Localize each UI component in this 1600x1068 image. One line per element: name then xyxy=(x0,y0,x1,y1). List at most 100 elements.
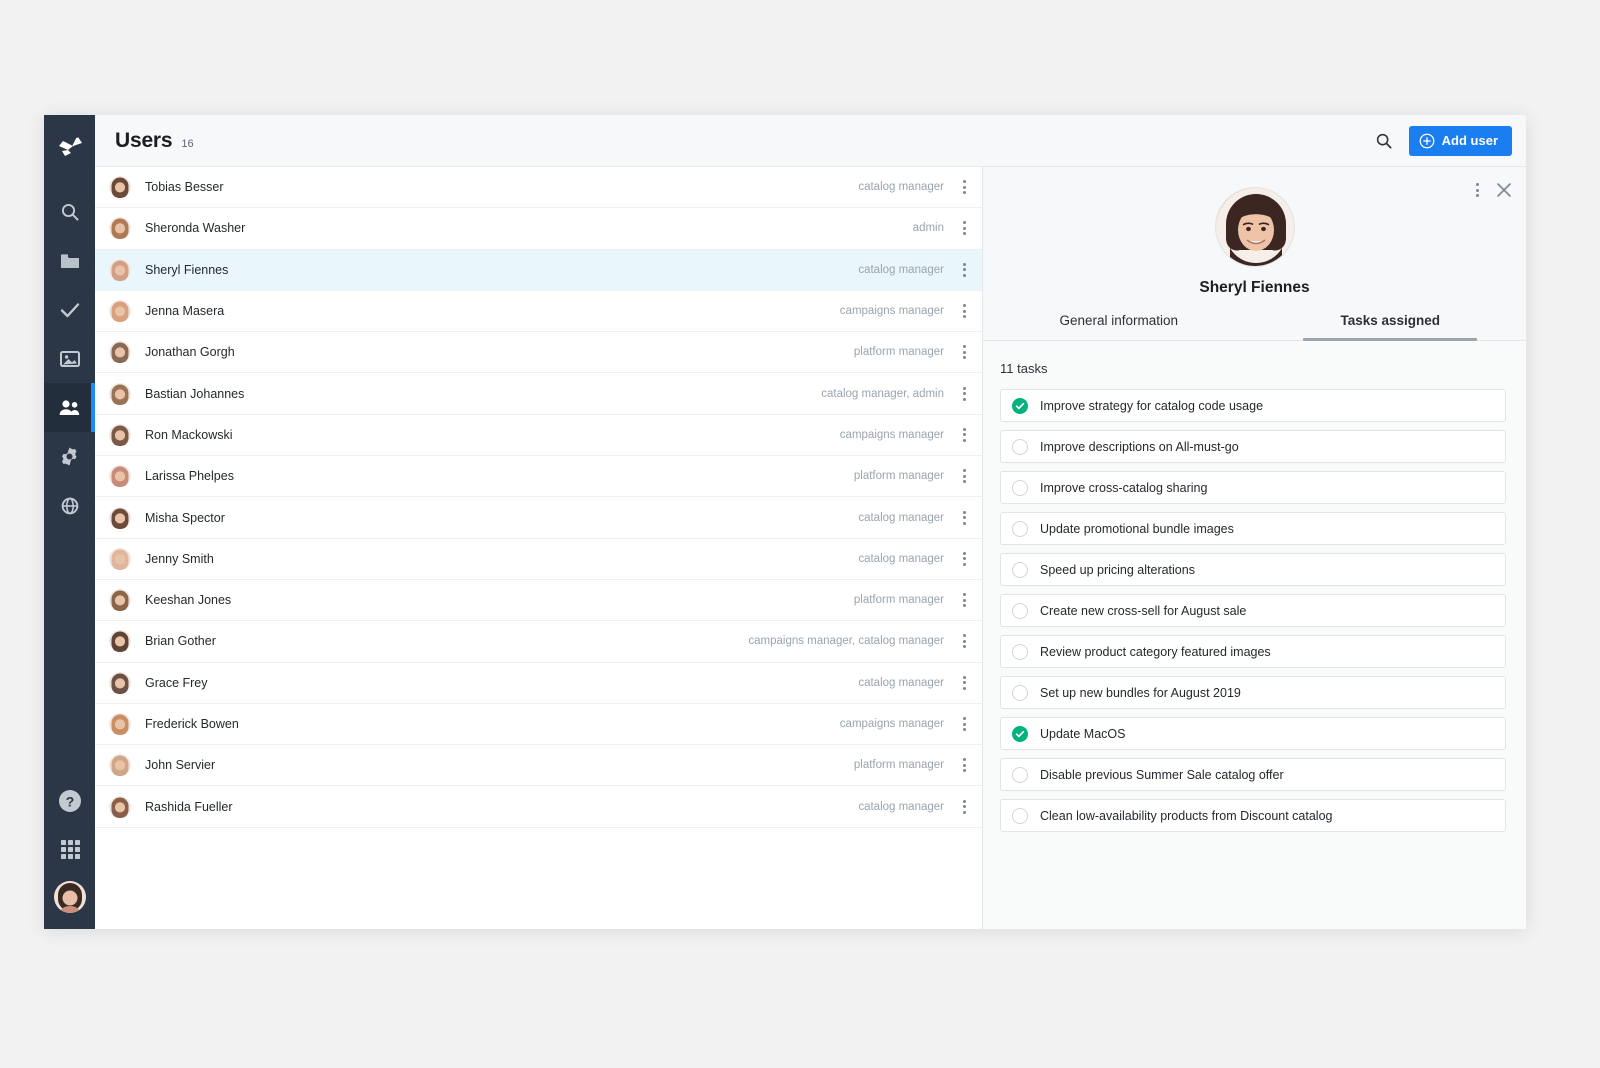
user-role: catalog manager xyxy=(858,552,944,565)
table-row[interactable]: Jenna Masera campaigns manager xyxy=(95,290,982,333)
list-item[interactable]: Set up new bundles for August 2019 xyxy=(1000,676,1506,709)
table-row[interactable]: Grace Frey catalog manager xyxy=(95,662,982,704)
dot xyxy=(962,185,966,189)
table-row[interactable]: Brian Gother campaigns manager, catalog m… xyxy=(95,621,982,663)
row-more-button[interactable] xyxy=(956,630,972,652)
row-more-button[interactable] xyxy=(956,465,972,487)
task-unchecked-icon[interactable] xyxy=(1012,807,1028,824)
avatar xyxy=(109,217,131,240)
table-row[interactable]: Sheronda Washer admin xyxy=(95,208,982,250)
row-more-button[interactable] xyxy=(956,341,972,363)
tab-general-information[interactable]: General information xyxy=(983,313,1255,340)
row-more-button[interactable] xyxy=(956,589,972,611)
sidebar-item-globe[interactable] xyxy=(44,481,95,530)
list-item[interactable]: Speed up pricing alterations xyxy=(1000,553,1506,586)
profile-avatar xyxy=(1214,187,1295,267)
table-row[interactable]: Bastian Johannes catalog manager, admin xyxy=(95,373,982,415)
row-more-button[interactable] xyxy=(956,796,972,818)
sidebar-item-media[interactable] xyxy=(44,334,95,383)
tab-tasks-assigned[interactable]: Tasks assigned xyxy=(1255,313,1527,341)
sidebar-item-folder[interactable] xyxy=(44,236,95,285)
task-checked-icon[interactable] xyxy=(1012,397,1028,414)
panel-actions xyxy=(1469,179,1512,201)
task-count-label: 11 tasks xyxy=(1000,361,1048,376)
sidebar-item-users[interactable] xyxy=(44,383,95,432)
search-button[interactable] xyxy=(1367,124,1401,158)
task-unchecked-icon[interactable] xyxy=(1012,602,1028,619)
list-item[interactable]: Update promotional bundle images xyxy=(1000,512,1506,545)
row-more-button[interactable] xyxy=(956,672,972,694)
avatar xyxy=(109,547,131,570)
task-unchecked-icon[interactable] xyxy=(1012,520,1028,537)
table-row[interactable]: John Servier platform manager xyxy=(95,745,982,787)
dot xyxy=(962,474,966,478)
table-row[interactable]: Keeshan Jones platform manager xyxy=(95,579,982,622)
row-more-button[interactable] xyxy=(956,383,972,405)
task-unchecked-icon[interactable] xyxy=(1012,561,1028,578)
table-row[interactable]: Rashida Fueller catalog manager xyxy=(95,786,982,828)
task-unchecked-icon[interactable] xyxy=(1012,479,1028,496)
search-icon xyxy=(61,203,78,220)
user-role: catalog manager xyxy=(858,676,944,689)
user-role: platform manager xyxy=(853,470,944,483)
sidebar-item-tasks[interactable] xyxy=(44,285,95,334)
list-item[interactable]: Create new cross-sell for August sale xyxy=(1000,594,1506,627)
dot xyxy=(962,191,966,195)
table-row[interactable]: Tobias Besser catalog manager xyxy=(95,167,982,209)
task-label: Clean low-availability products from Dis… xyxy=(1040,808,1333,823)
close-button[interactable] xyxy=(1496,182,1512,198)
panel-body: 11 tasks Improve strategy for catalog co… xyxy=(983,341,1526,929)
list-item[interactable]: Improve descriptions on All-must-go xyxy=(1000,430,1506,463)
task-unchecked-icon[interactable] xyxy=(1012,766,1028,783)
grid-apps-icon xyxy=(60,840,80,859)
list-item[interactable]: Review product category featured images xyxy=(1000,635,1506,668)
task-unchecked-icon[interactable] xyxy=(1012,438,1028,455)
sidebar-item-search[interactable] xyxy=(44,187,95,236)
sidebar-item-apps[interactable] xyxy=(44,825,95,873)
dot xyxy=(962,717,966,720)
sidebar-item-settings[interactable] xyxy=(44,432,95,481)
table-row[interactable]: Sheryl Fiennes catalog manager xyxy=(95,249,982,291)
list-item[interactable]: Clean low-availability products from Dis… xyxy=(1000,799,1506,832)
table-row[interactable]: Ron Mackowski campaigns manager xyxy=(95,414,982,457)
user-name: Misha Spector xyxy=(145,510,225,525)
row-more-button[interactable] xyxy=(956,507,972,529)
app-logo-icon xyxy=(58,137,82,156)
dot xyxy=(962,273,966,277)
sidebar-item-account[interactable] xyxy=(44,873,95,921)
task-checked-icon[interactable] xyxy=(1012,725,1028,742)
list-item[interactable]: Disable previous Summer Sale catalog off… xyxy=(1000,758,1506,791)
user-name: Grace Frey xyxy=(145,675,208,690)
main-area: Users 16 Add user Tobias Besser catalog … xyxy=(95,115,1526,929)
dot xyxy=(962,763,966,767)
user-role: platform manager xyxy=(853,594,944,607)
row-more-button[interactable] xyxy=(956,754,972,776)
list-item[interactable]: Update MacOS xyxy=(1000,717,1506,750)
panel-more-button[interactable] xyxy=(1469,179,1485,201)
dot xyxy=(962,392,966,396)
dot xyxy=(962,345,966,349)
row-more-button[interactable] xyxy=(956,548,972,570)
list-item[interactable]: Improve cross-catalog sharing xyxy=(1000,471,1506,504)
table-row[interactable]: Jenny Smith catalog manager xyxy=(95,538,982,580)
avatar xyxy=(109,341,131,364)
table-row[interactable]: Frederick Bowen campaigns manager xyxy=(95,703,982,746)
user-role: campaigns manager xyxy=(839,305,944,318)
table-row[interactable]: Larissa Phelpes platform manager xyxy=(95,456,982,498)
task-unchecked-icon[interactable] xyxy=(1012,684,1028,701)
row-more-button[interactable] xyxy=(956,713,972,735)
table-row[interactable]: Misha Spector catalog manager xyxy=(95,497,982,539)
list-item[interactable]: Improve strategy for catalog code usage xyxy=(1000,389,1506,422)
row-more-button[interactable] xyxy=(956,259,972,281)
app-logo[interactable] xyxy=(44,123,95,173)
sidebar-item-help[interactable]: ? xyxy=(44,777,95,825)
user-name: Keeshan Jones xyxy=(145,593,232,608)
row-more-button[interactable] xyxy=(956,424,972,446)
row-more-button[interactable] xyxy=(956,176,972,198)
task-unchecked-icon[interactable] xyxy=(1012,643,1028,660)
add-user-button[interactable]: Add user xyxy=(1408,125,1512,156)
table-row[interactable]: Jonathan Gorgh platform manager xyxy=(95,332,982,374)
row-more-button[interactable] xyxy=(956,300,972,322)
topbar: Users 16 Add user xyxy=(95,115,1526,167)
row-more-button[interactable] xyxy=(956,217,972,239)
